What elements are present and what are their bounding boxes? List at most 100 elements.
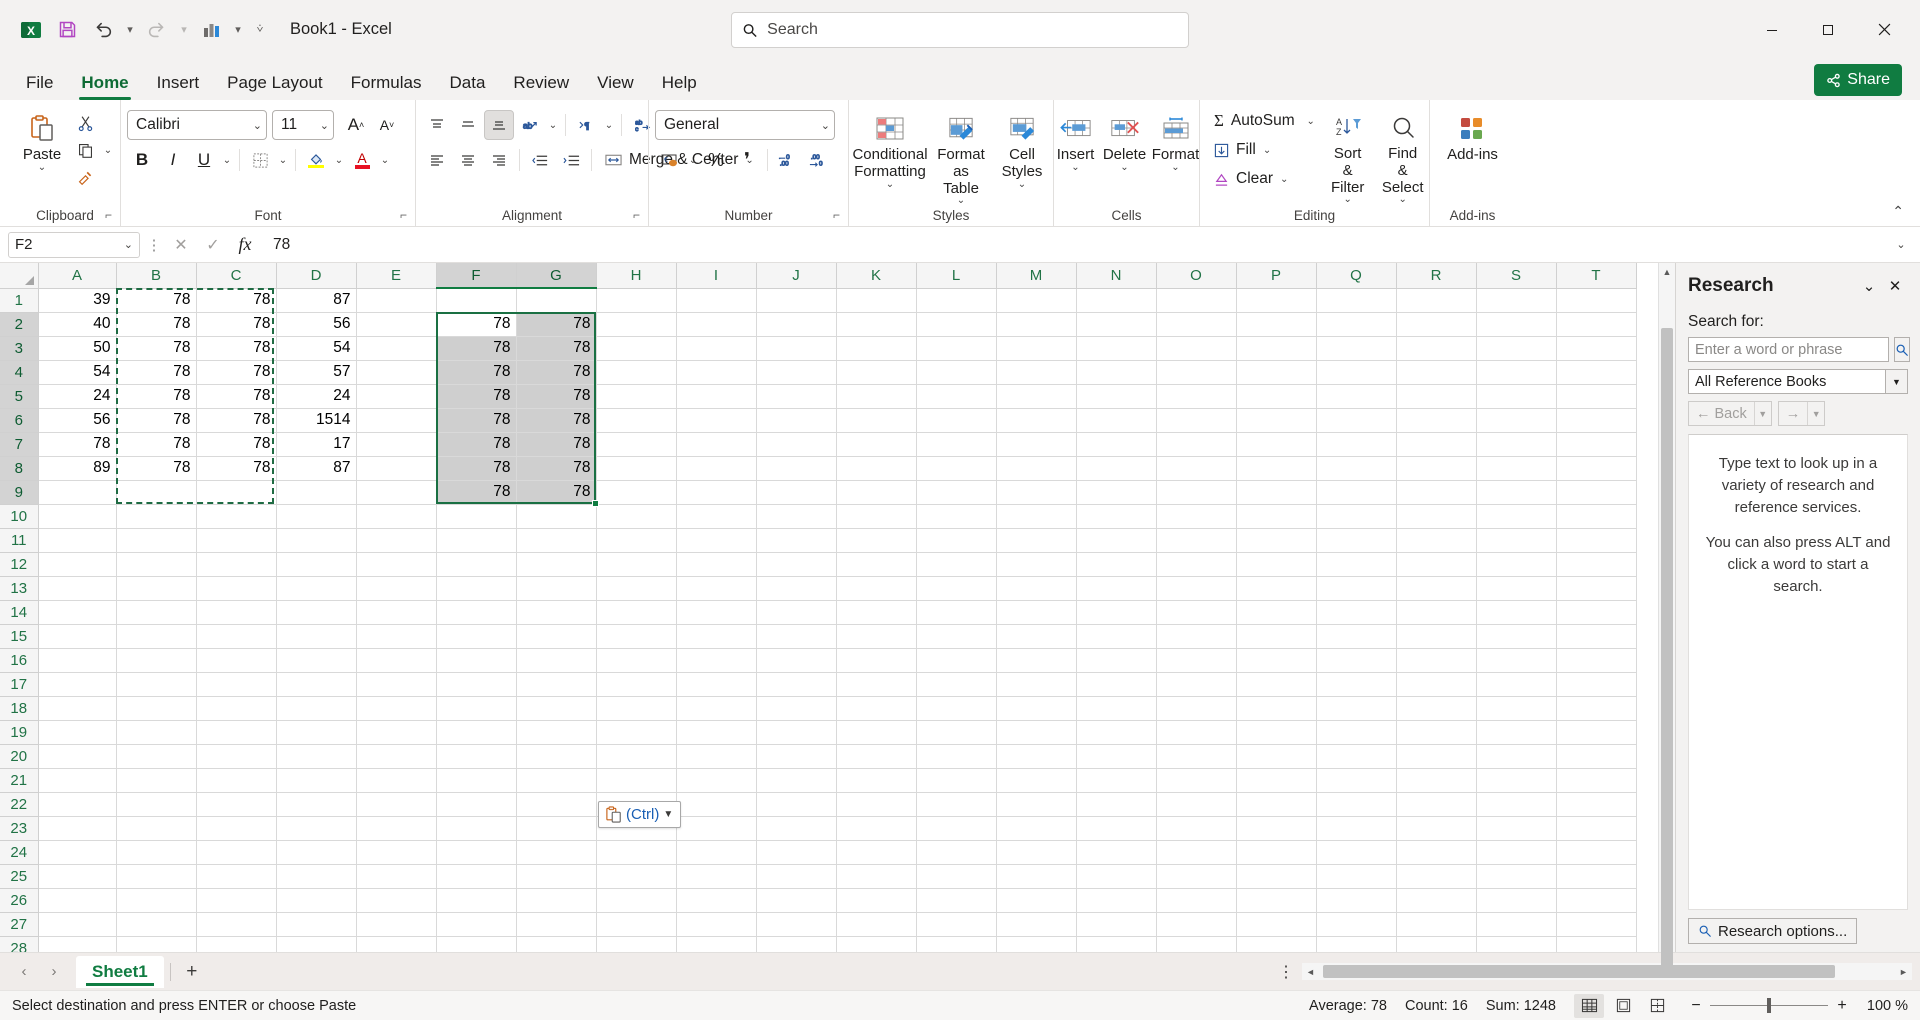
cell-M25[interactable]: [996, 864, 1077, 889]
cell-E16[interactable]: [356, 648, 437, 673]
cell-G5[interactable]: 78: [516, 384, 597, 409]
cell-E22[interactable]: [356, 792, 437, 817]
cell-F24[interactable]: [436, 840, 517, 865]
cell-M14[interactable]: [996, 600, 1077, 625]
cell-A15[interactable]: [38, 624, 117, 649]
cell-P26[interactable]: [1236, 888, 1317, 913]
cell-A24[interactable]: [38, 840, 117, 865]
cell-F22[interactable]: [436, 792, 517, 817]
tab-insert[interactable]: Insert: [143, 66, 214, 100]
cell-P7[interactable]: [1236, 432, 1317, 457]
accounting-format-icon[interactable]: €: [655, 145, 685, 175]
cell-T6[interactable]: [1556, 408, 1637, 433]
cell-H27[interactable]: [596, 912, 677, 937]
cell-D28[interactable]: [276, 936, 357, 952]
cell-S20[interactable]: [1476, 744, 1557, 769]
cell-H18[interactable]: [596, 696, 677, 721]
cell-Q24[interactable]: [1316, 840, 1397, 865]
save-icon[interactable]: [50, 13, 84, 47]
cell-S4[interactable]: [1476, 360, 1557, 385]
cell-M27[interactable]: [996, 912, 1077, 937]
cell-R4[interactable]: [1396, 360, 1477, 385]
cell-N12[interactable]: [1076, 552, 1157, 577]
cell-R18[interactable]: [1396, 696, 1477, 721]
cell-T18[interactable]: [1556, 696, 1637, 721]
cell-R15[interactable]: [1396, 624, 1477, 649]
cell-G27[interactable]: [516, 912, 597, 937]
cell-B15[interactable]: [116, 624, 197, 649]
cell-D21[interactable]: [276, 768, 357, 793]
cell-K11[interactable]: [836, 528, 917, 553]
minimize-icon[interactable]: [1744, 6, 1800, 54]
cell-M9[interactable]: [996, 480, 1077, 505]
cell-A16[interactable]: [38, 648, 117, 673]
cell-E10[interactable]: [356, 504, 437, 529]
cell-L22[interactable]: [916, 792, 997, 817]
cell-H20[interactable]: [596, 744, 677, 769]
align-left-icon[interactable]: [422, 145, 452, 175]
cell-T4[interactable]: [1556, 360, 1637, 385]
cell-K9[interactable]: [836, 480, 917, 505]
cell-D12[interactable]: [276, 552, 357, 577]
cell-H21[interactable]: [596, 768, 677, 793]
cell-T19[interactable]: [1556, 720, 1637, 745]
cell-I10[interactable]: [676, 504, 757, 529]
column-header-D[interactable]: D: [276, 263, 357, 289]
cell-A21[interactable]: [38, 768, 117, 793]
cell-P25[interactable]: [1236, 864, 1317, 889]
vscroll-track[interactable]: [1659, 280, 1675, 968]
cell-K10[interactable]: [836, 504, 917, 529]
cell-N11[interactable]: [1076, 528, 1157, 553]
cell-C1[interactable]: 78: [196, 288, 277, 313]
cell-D5[interactable]: 24: [276, 384, 357, 409]
cell-D3[interactable]: 54: [276, 336, 357, 361]
cell-C10[interactable]: [196, 504, 277, 529]
cell-L8[interactable]: [916, 456, 997, 481]
cell-C28[interactable]: [196, 936, 277, 952]
cell-P2[interactable]: [1236, 312, 1317, 337]
cell-L19[interactable]: [916, 720, 997, 745]
underline-dropdown-icon[interactable]: ⌄: [220, 145, 234, 175]
clear-button[interactable]: Clear ⌄: [1206, 164, 1296, 194]
cell-O20[interactable]: [1156, 744, 1237, 769]
cell-C5[interactable]: 78: [196, 384, 277, 409]
cell-T26[interactable]: [1556, 888, 1637, 913]
row-header-14[interactable]: 14: [0, 600, 39, 625]
normal-view-icon[interactable]: [1574, 993, 1604, 1018]
cell-I8[interactable]: [676, 456, 757, 481]
cell-H17[interactable]: [596, 672, 677, 697]
align-middle-icon[interactable]: [453, 110, 483, 140]
cell-F2[interactable]: 78: [436, 312, 517, 337]
tab-page-layout[interactable]: Page Layout: [213, 66, 336, 100]
row-header-13[interactable]: 13: [0, 576, 39, 601]
cell-N5[interactable]: [1076, 384, 1157, 409]
row-header-18[interactable]: 18: [0, 696, 39, 721]
cell-Q13[interactable]: [1316, 576, 1397, 601]
cell-J10[interactable]: [756, 504, 837, 529]
cell-H6[interactable]: [596, 408, 677, 433]
page-layout-view-icon[interactable]: [1608, 994, 1638, 1018]
cell-J28[interactable]: [756, 936, 837, 952]
cell-M3[interactable]: [996, 336, 1077, 361]
cell-N7[interactable]: [1076, 432, 1157, 457]
cancel-icon[interactable]: ✕: [168, 232, 194, 258]
add-sheet-button[interactable]: +: [177, 957, 207, 987]
cell-T14[interactable]: [1556, 600, 1637, 625]
cell-F16[interactable]: [436, 648, 517, 673]
cell-A4[interactable]: 54: [38, 360, 117, 385]
cell-I5[interactable]: [676, 384, 757, 409]
cell-A17[interactable]: [38, 672, 117, 697]
fill-color-dropdown-icon[interactable]: ⌄: [332, 145, 346, 175]
cell-Q14[interactable]: [1316, 600, 1397, 625]
cell-F21[interactable]: [436, 768, 517, 793]
clipboard-dialog-launcher[interactable]: ⌐: [105, 205, 112, 225]
align-bottom-icon[interactable]: [484, 110, 514, 140]
cell-K21[interactable]: [836, 768, 917, 793]
tab-file[interactable]: File: [12, 66, 67, 100]
cell-H24[interactable]: [596, 840, 677, 865]
cell-S17[interactable]: [1476, 672, 1557, 697]
cell-T20[interactable]: [1556, 744, 1637, 769]
cell-D25[interactable]: [276, 864, 357, 889]
cell-B5[interactable]: 78: [116, 384, 197, 409]
cell-S22[interactable]: [1476, 792, 1557, 817]
